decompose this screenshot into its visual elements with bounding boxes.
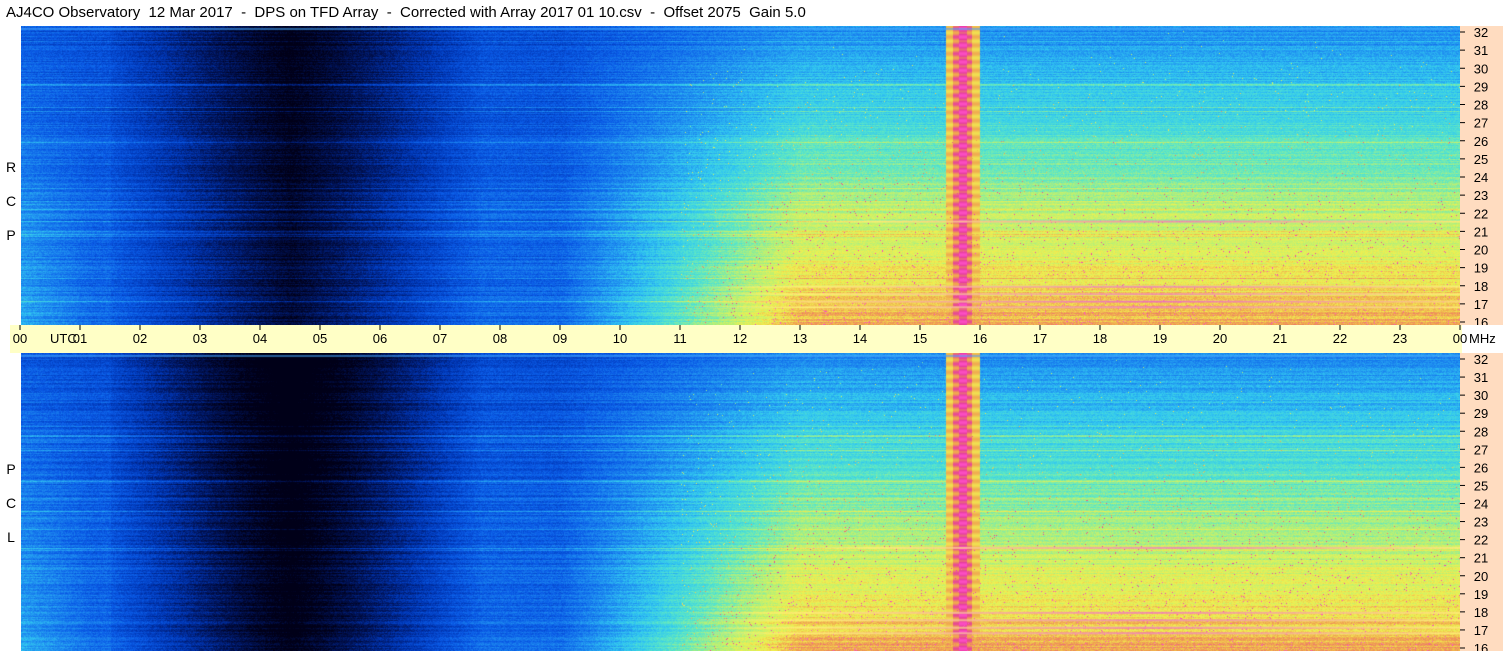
freq-tick-label: 24 [1474, 170, 1488, 185]
time-tick-label: 18 [1093, 331, 1107, 346]
top-frequency-ticks: 32 31 30 29 28 27 26 25 24 23 22 21 20 19 18 17 16 [1460, 25, 1488, 330]
time-tick-label: 11 [673, 331, 687, 346]
top-spectrogram [21, 26, 1460, 325]
freq-tick-label: 21 [1474, 551, 1488, 566]
top-side-label-3: P [6, 227, 16, 243]
time-tick-label: 15 [913, 331, 927, 346]
bottom-side-label-2: C [5, 495, 17, 511]
time-tick-label: 00 [1453, 331, 1467, 346]
time-tick-label: 17 [1033, 331, 1047, 346]
freq-tick-label: 29 [1474, 79, 1488, 94]
time-tick-label: 21 [1273, 331, 1287, 346]
freq-tick-label: 20 [1474, 243, 1488, 258]
bottom-spectrogram [21, 353, 1460, 651]
freq-tick-label: 28 [1474, 424, 1488, 439]
time-tick-label: 20 [1213, 331, 1227, 346]
bottom-side-panel: L C P [0, 353, 21, 651]
time-tick-label: 22 [1333, 331, 1347, 346]
freq-tick-label: 23 [1474, 515, 1488, 530]
bottom-side-label-3: P [6, 461, 16, 477]
time-axis: 00 01 02 03 04 05 06 07 08 09 10 11 12 13 14 15 16 17 18 19… [10, 325, 1496, 353]
freq-tick-label: 26 [1474, 134, 1488, 149]
time-tick-label: 09 [553, 331, 567, 346]
freq-tick-label: 18 [1474, 605, 1488, 620]
freq-tick-label: 30 [1474, 388, 1488, 403]
freq-tick-label: 19 [1474, 587, 1488, 602]
freq-tick-label: 31 [1474, 370, 1488, 385]
top-side-panel: R C P [0, 26, 21, 325]
time-tick-label: 04 [253, 331, 267, 346]
freq-tick-label: 30 [1474, 61, 1488, 76]
freq-tick-label: 25 [1474, 478, 1488, 493]
bottom-spectrogram-canvas [21, 353, 1460, 651]
freq-tick-label: 28 [1474, 98, 1488, 113]
time-tick-label: 03 [193, 331, 207, 346]
freq-tick-label: 32 [1474, 26, 1488, 40]
freq-tick-label: 17 [1474, 623, 1488, 638]
top-frequency-axis: 32 31 30 29 28 27 26 25 24 23 22 21 20 19 18 17 16 [1460, 25, 1503, 330]
top-side-label-2: C [5, 193, 17, 209]
freq-tick-label: 16 [1474, 641, 1488, 651]
freq-tick-label: 21 [1474, 224, 1488, 239]
bottom-side-label-1: L [7, 529, 15, 545]
freq-tick-label: 25 [1474, 152, 1488, 167]
time-tick-label: 16 [973, 331, 987, 346]
freq-tick-label: 18 [1474, 279, 1488, 294]
time-axis-unit: UTC [50, 331, 77, 346]
time-tick-label: 00 [13, 331, 27, 346]
chart-title: AJ4CO Observatory 12 Mar 2017 - DPS on T… [6, 4, 806, 21]
freq-tick-label: 29 [1474, 406, 1488, 421]
freq-tick-label: 23 [1474, 188, 1488, 203]
time-axis-ticks: 00 01 02 03 04 05 06 07 08 09 10 11 12 13 14 15 16 17 18 19… [13, 325, 1496, 346]
time-tick-label: 19 [1153, 331, 1167, 346]
time-tick-label: 06 [373, 331, 387, 346]
freq-tick-label: 22 [1474, 206, 1488, 221]
freq-tick-label: 24 [1474, 497, 1488, 512]
bottom-frequency-axis: 32 31 30 29 28 27 26 25 24 23 22 21 20 19 18 17 16 [1460, 352, 1503, 656]
freq-tick-label: 26 [1474, 460, 1488, 475]
top-spectrogram-canvas [21, 26, 1460, 325]
time-tick-label: 07 [433, 331, 447, 346]
frequency-axis-unit: MHz [1469, 331, 1496, 346]
freq-tick-label: 32 [1474, 353, 1488, 367]
time-tick-label: 13 [793, 331, 807, 346]
time-tick-label: 23 [1393, 331, 1407, 346]
freq-tick-label: 19 [1474, 261, 1488, 276]
freq-tick-label: 27 [1474, 116, 1488, 131]
time-tick-label: 14 [853, 331, 867, 346]
freq-tick-label: 16 [1474, 315, 1488, 325]
freq-tick-label: 20 [1474, 569, 1488, 584]
time-tick-label: 05 [313, 331, 327, 346]
time-tick-label: 08 [493, 331, 507, 346]
top-side-label-1: R [5, 159, 17, 175]
freq-tick-label: 27 [1474, 442, 1488, 457]
time-tick-label: 02 [133, 331, 147, 346]
time-tick-label: 10 [613, 331, 627, 346]
bottom-frequency-ticks: 32 31 30 29 28 27 26 25 24 23 22 21 20 19 18 17 16 [1460, 352, 1488, 656]
freq-tick-label: 17 [1474, 297, 1488, 312]
time-tick-label: 12 [733, 331, 747, 346]
freq-tick-label: 31 [1474, 43, 1488, 58]
freq-tick-label: 22 [1474, 533, 1488, 548]
